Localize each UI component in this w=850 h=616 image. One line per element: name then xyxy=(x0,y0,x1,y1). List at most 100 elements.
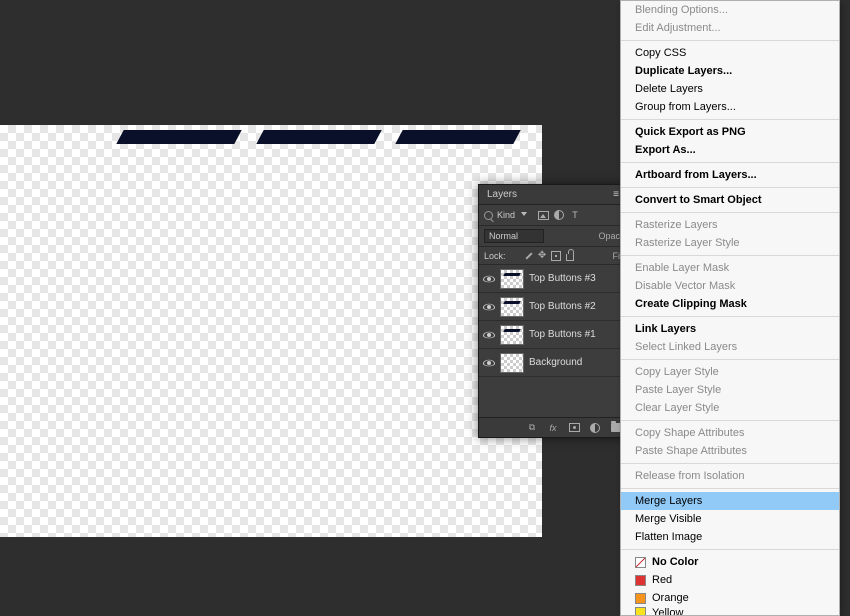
blend-mode-select[interactable]: Normal xyxy=(484,229,544,243)
new-adjustment-icon[interactable] xyxy=(589,422,601,434)
filter-adjustment-icon[interactable] xyxy=(553,209,565,221)
canvas-shape-3[interactable] xyxy=(395,130,520,144)
layers-panel-footer: fx xyxy=(479,417,627,437)
menu-item-label: Group from Layers... xyxy=(635,101,736,113)
layer-name[interactable]: Top Buttons #3 xyxy=(529,273,596,284)
menu-item-label: No Color xyxy=(652,556,698,568)
menu-item-export-as[interactable]: Export As... xyxy=(621,141,839,159)
link-layers-icon[interactable] xyxy=(526,422,538,434)
menu-item-paste-layer-style: Paste Layer Style xyxy=(621,381,839,399)
menu-item-convert-to-smart-object[interactable]: Convert to Smart Object xyxy=(621,191,839,209)
menu-separator xyxy=(621,40,839,41)
layers-tab-label: Layers xyxy=(487,189,517,200)
lock-position-icon[interactable]: ✥ xyxy=(537,250,548,261)
layer-name[interactable]: Top Buttons #2 xyxy=(529,301,596,312)
menu-item-copy-css[interactable]: Copy CSS xyxy=(621,44,839,62)
menu-item-label: Merge Layers xyxy=(635,495,702,507)
menu-item-label: Red xyxy=(652,574,672,586)
layer-thumbnail[interactable] xyxy=(500,297,524,317)
lock-all-icon[interactable] xyxy=(565,250,576,261)
menu-item-rasterize-layers: Rasterize Layers xyxy=(621,216,839,234)
menu-item-link-layers[interactable]: Link Layers xyxy=(621,320,839,338)
layer-effects-icon[interactable]: fx xyxy=(547,422,559,434)
menu-item-rasterize-layer-style: Rasterize Layer Style xyxy=(621,234,839,252)
canvas-area[interactable] xyxy=(0,125,542,537)
panel-menu-icon[interactable]: ≡ xyxy=(613,189,619,200)
menu-item-label: Copy Layer Style xyxy=(635,366,719,378)
filter-pixel-icon[interactable] xyxy=(537,209,549,221)
opacity-label[interactable]: Opaci xyxy=(598,231,622,241)
layer-thumbnail[interactable] xyxy=(500,269,524,289)
menu-item-group-from-layers[interactable]: Group from Layers... xyxy=(621,98,839,116)
menu-separator xyxy=(621,316,839,317)
menu-item-artboard-from-layers[interactable]: Artboard from Layers... xyxy=(621,166,839,184)
layer-name[interactable]: Background xyxy=(529,357,582,368)
menu-item-paste-shape-attributes: Paste Shape Attributes xyxy=(621,442,839,460)
menu-item-label: Select Linked Layers xyxy=(635,341,737,353)
lock-artboard-icon[interactable] xyxy=(551,250,562,261)
menu-item-label: Copy CSS xyxy=(635,47,686,59)
visibility-toggle-icon[interactable] xyxy=(483,357,495,369)
menu-item-yellow[interactable]: Yellow xyxy=(621,607,839,615)
menu-item-orange[interactable]: Orange xyxy=(621,589,839,607)
color-swatch-icon xyxy=(635,575,646,586)
menu-item-label: Paste Shape Attributes xyxy=(635,445,747,457)
blend-mode-row: Normal Opaci xyxy=(479,226,627,247)
menu-separator xyxy=(621,420,839,421)
menu-separator xyxy=(621,488,839,489)
menu-item-select-linked-layers: Select Linked Layers xyxy=(621,338,839,356)
color-swatch-icon xyxy=(635,593,646,604)
menu-item-merge-visible[interactable]: Merge Visible xyxy=(621,510,839,528)
transparency-grid xyxy=(0,125,542,537)
menu-item-label: Clear Layer Style xyxy=(635,402,719,414)
filter-kind-select[interactable]: Kind xyxy=(497,210,517,220)
menu-item-merge-layers[interactable]: Merge Layers xyxy=(621,492,839,510)
layer-row[interactable]: Top Buttons #1 xyxy=(479,321,627,349)
layers-panel[interactable]: Layers ≡ Kind T Normal Opaci Lock: ✥ Fil… xyxy=(478,184,628,438)
menu-item-label: Export As... xyxy=(635,144,696,156)
menu-separator xyxy=(621,212,839,213)
blend-mode-value: Normal xyxy=(489,231,518,241)
menu-item-label: Quick Export as PNG xyxy=(635,126,746,138)
menu-item-label: Copy Shape Attributes xyxy=(635,427,744,439)
menu-item-flatten-image[interactable]: Flatten Image xyxy=(621,528,839,546)
menu-item-label: Disable Vector Mask xyxy=(635,280,735,292)
layer-name[interactable]: Top Buttons #1 xyxy=(529,329,596,340)
menu-item-release-from-isolation: Release from Isolation xyxy=(621,467,839,485)
lock-transparency-icon[interactable] xyxy=(510,250,521,261)
layer-thumbnail[interactable] xyxy=(500,325,524,345)
menu-item-edit-adjustment: Edit Adjustment... xyxy=(621,19,839,37)
layer-thumbnail[interactable] xyxy=(500,353,524,373)
visibility-toggle-icon[interactable] xyxy=(483,273,495,285)
chevron-down-icon[interactable] xyxy=(521,212,527,218)
menu-item-no-color[interactable]: No Color xyxy=(621,553,839,571)
layer-row[interactable]: Top Buttons #2 xyxy=(479,293,627,321)
menu-item-label: Rasterize Layer Style xyxy=(635,237,740,249)
menu-item-label: Orange xyxy=(652,592,689,604)
menu-separator xyxy=(621,162,839,163)
menu-item-label: Link Layers xyxy=(635,323,696,335)
visibility-toggle-icon[interactable] xyxy=(483,329,495,341)
menu-item-label: Artboard from Layers... xyxy=(635,169,757,181)
lock-row: Lock: ✥ Fil xyxy=(479,247,627,265)
canvas-shape-2[interactable] xyxy=(256,130,381,144)
visibility-toggle-icon[interactable] xyxy=(483,301,495,313)
filter-type-icon[interactable]: T xyxy=(569,209,581,221)
menu-item-duplicate-layers[interactable]: Duplicate Layers... xyxy=(621,62,839,80)
canvas-shape-1[interactable] xyxy=(116,130,241,144)
layer-context-menu: Blending Options...Edit Adjustment...Cop… xyxy=(620,0,840,616)
search-icon[interactable] xyxy=(484,211,493,220)
menu-item-create-clipping-mask[interactable]: Create Clipping Mask xyxy=(621,295,839,313)
layers-panel-tab[interactable]: Layers ≡ xyxy=(479,185,627,205)
layer-row[interactable]: Top Buttons #3 xyxy=(479,265,627,293)
menu-item-label: Delete Layers xyxy=(635,83,703,95)
lock-label: Lock: xyxy=(484,251,506,261)
menu-item-delete-layers[interactable]: Delete Layers xyxy=(621,80,839,98)
menu-item-red[interactable]: Red xyxy=(621,571,839,589)
add-mask-icon[interactable] xyxy=(568,422,580,434)
menu-separator xyxy=(621,187,839,188)
lock-pixels-icon[interactable] xyxy=(524,251,534,261)
layer-row[interactable]: Background xyxy=(479,349,627,377)
menu-item-quick-export-as-png[interactable]: Quick Export as PNG xyxy=(621,123,839,141)
menu-separator xyxy=(621,549,839,550)
